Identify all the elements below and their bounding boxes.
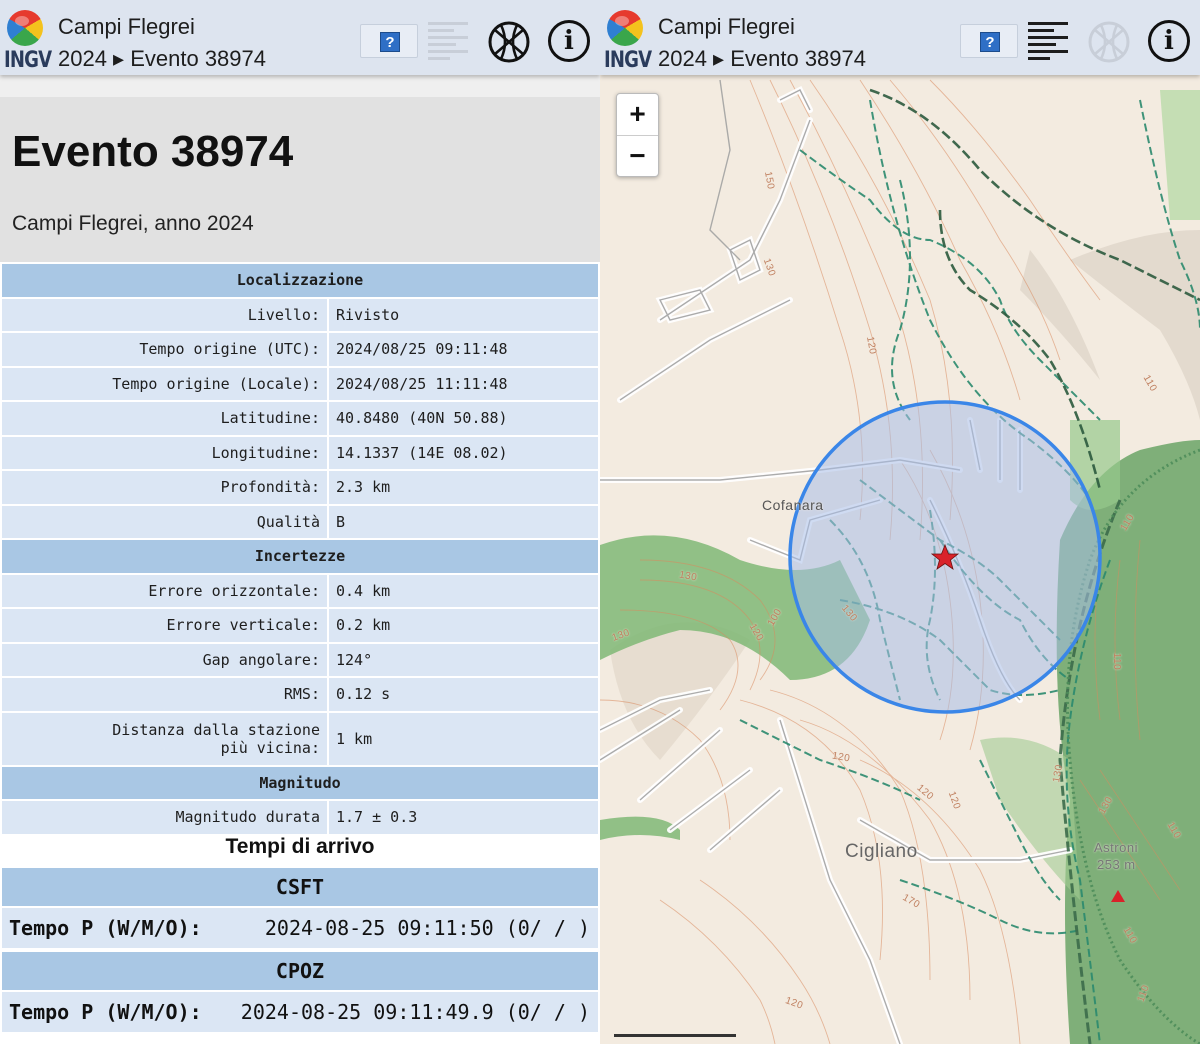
arrival-value: 2024-08-25 09:11:50 (0/ / ) xyxy=(264,916,590,940)
tempo-utc-value: 2024/08/25 09:11:48 xyxy=(329,333,598,366)
elevation-label-astroni: 253 m xyxy=(1097,857,1136,872)
ingv-logo[interactable]: INGV xyxy=(604,10,652,73)
app-header: INGV Campi Flegrei 2024 ▸ Evento 38974 ?… xyxy=(600,0,1200,75)
zoom-control: + − xyxy=(616,93,659,177)
table-row: Errore orizzontale: 0.4 km xyxy=(2,574,598,607)
list-view-button[interactable] xyxy=(1028,20,1072,60)
arrival-label: Tempo P (W/M/O): xyxy=(9,1000,202,1024)
ingv-logo[interactable]: INGV xyxy=(4,10,52,73)
arrivals-title: Tempi di arrivo xyxy=(225,835,375,858)
distanza-label-line1: Distanza dalla stazione xyxy=(112,720,320,739)
zoom-in-button[interactable]: + xyxy=(617,94,658,135)
distanza-value: 1 km xyxy=(329,712,598,765)
section-localizzazione: Localizzazione xyxy=(2,264,598,297)
app-title: Campi Flegrei xyxy=(658,14,795,39)
zoom-out-button[interactable]: − xyxy=(617,135,658,176)
place-label-cofanara: Cofanara xyxy=(762,497,824,513)
map-view-button[interactable] xyxy=(1087,20,1131,64)
logo-text: INGV xyxy=(4,48,52,73)
globe-off-icon xyxy=(488,21,530,63)
latitudine-value: 40.8480 (40N 50.88) xyxy=(329,402,598,435)
table-row: Distanza dalla stazione più vicina: 1 km xyxy=(2,712,598,765)
gap-value: 124° xyxy=(329,643,598,676)
list-view-button[interactable] xyxy=(428,20,472,60)
section-incertezze: Incertezze xyxy=(2,540,598,573)
globe-icon xyxy=(1088,21,1130,63)
event-info-table: Localizzazione Livello: Rivisto Tempo ori… xyxy=(0,262,600,836)
livello-label: Livello: xyxy=(2,298,327,331)
arrival-value: 2024-08-25 09:11:49.9 (0/ / ) xyxy=(240,1000,590,1024)
help-icon: ? xyxy=(980,32,1000,52)
info-button[interactable]: i xyxy=(1148,20,1190,62)
err-orizz-label: Errore orizzontale: xyxy=(2,574,327,607)
info-button[interactable]: i xyxy=(548,20,590,62)
station-cpoz-header: CPOZ xyxy=(2,952,598,990)
table-row: Magnitudo durata 1.7 ± 0.3 xyxy=(2,801,598,834)
map-view-button[interactable] xyxy=(487,20,531,64)
tempo-utc-label: Tempo origine (UTC): xyxy=(2,333,327,366)
distanza-label-line2: più vicina: xyxy=(220,738,320,757)
event-detail-pane: INGV Campi Flegrei 2024 ▸ Evento 38974 ?… xyxy=(0,0,600,1044)
globe-icon xyxy=(607,10,643,46)
place-label-astroni: Astroni xyxy=(1094,840,1138,855)
qualita-value: B xyxy=(329,505,598,538)
gap-label: Gap angolare: xyxy=(2,643,327,676)
profondita-value: 2.3 km xyxy=(329,471,598,504)
table-row: Gap angolare: 124° xyxy=(2,643,598,676)
table-row: Tempo origine (Locale): 2024/08/25 11:11:… xyxy=(2,367,598,400)
logo-text: INGV xyxy=(604,48,652,73)
longitudine-value: 14.1337 (14E 08.02) xyxy=(329,436,598,469)
breadcrumb[interactable]: 2024 ▸ Evento 38974 xyxy=(58,46,266,72)
magnitudo-durata-label: Magnitudo durata xyxy=(2,801,327,834)
event-title: Evento 38974 xyxy=(12,127,294,176)
table-row: Qualità B xyxy=(2,505,598,538)
help-icon: ? xyxy=(380,32,400,52)
place-label-cigliano: Cigliano xyxy=(845,841,918,862)
err-vert-label: Errore verticale: xyxy=(2,609,327,642)
app-header: INGV Campi Flegrei 2024 ▸ Evento 38974 ?… xyxy=(0,0,600,75)
station-csft-arrival: Tempo P (W/M/O): 2024-08-25 09:11:50 (0/… xyxy=(2,908,598,948)
app-title: Campi Flegrei xyxy=(58,14,195,39)
arrival-label: Tempo P (W/M/O): xyxy=(9,916,202,940)
tempo-locale-label: Tempo origine (Locale): xyxy=(2,367,327,400)
err-orizz-value: 0.4 km xyxy=(329,574,598,607)
help-button[interactable]: ? xyxy=(360,24,418,58)
livello-value: Rivisto xyxy=(329,298,598,331)
table-row: Errore verticale: 0.2 km xyxy=(2,609,598,642)
help-button[interactable]: ? xyxy=(960,24,1018,58)
latitudine-label: Latitudine: xyxy=(2,402,327,435)
spacer-bar xyxy=(0,75,600,97)
station-cpoz-arrival: Tempo P (W/M/O): 2024-08-25 09:11:49.9 (… xyxy=(2,992,598,1032)
map-pane: Cofanara Cigliano Astroni 253 m 130 120 … xyxy=(600,0,1200,1044)
breadcrumb[interactable]: 2024 ▸ Evento 38974 xyxy=(658,46,866,72)
table-row: Profondità: 2.3 km xyxy=(2,471,598,504)
longitudine-label: Longitudine: xyxy=(2,436,327,469)
distanza-label: Distanza dalla stazione più vicina: xyxy=(2,712,327,765)
err-vert-value: 0.2 km xyxy=(329,609,598,642)
table-row: Latitudine: 40.8480 (40N 50.88) xyxy=(2,402,598,435)
globe-icon xyxy=(7,10,43,46)
table-row: Longitudine: 14.1337 (14E 08.02) xyxy=(2,436,598,469)
rms-value: 0.12 s xyxy=(329,678,598,711)
table-row: Tempo origine (UTC): 2024/08/25 09:11:48 xyxy=(2,333,598,366)
magnitudo-durata-value: 1.7 ± 0.3 xyxy=(329,801,598,834)
table-row: Livello: Rivisto xyxy=(2,298,598,331)
contour-label: 110 xyxy=(1111,652,1123,671)
event-subtitle: Campi Flegrei, anno 2024 xyxy=(12,212,254,235)
qualita-label: Qualità xyxy=(2,505,327,538)
tempo-locale-value: 2024/08/25 11:11:48 xyxy=(329,367,598,400)
station-csft-header: CSFT xyxy=(2,868,598,906)
profondita-label: Profondità: xyxy=(2,471,327,504)
table-row: RMS: 0.12 s xyxy=(2,678,598,711)
event-header: Evento 38974 Campi Flegrei, anno 2024 xyxy=(0,97,600,262)
rms-label: RMS: xyxy=(2,678,327,711)
map-canvas[interactable] xyxy=(600,0,1200,1044)
section-magnitudo: Magnitudo xyxy=(2,766,598,799)
